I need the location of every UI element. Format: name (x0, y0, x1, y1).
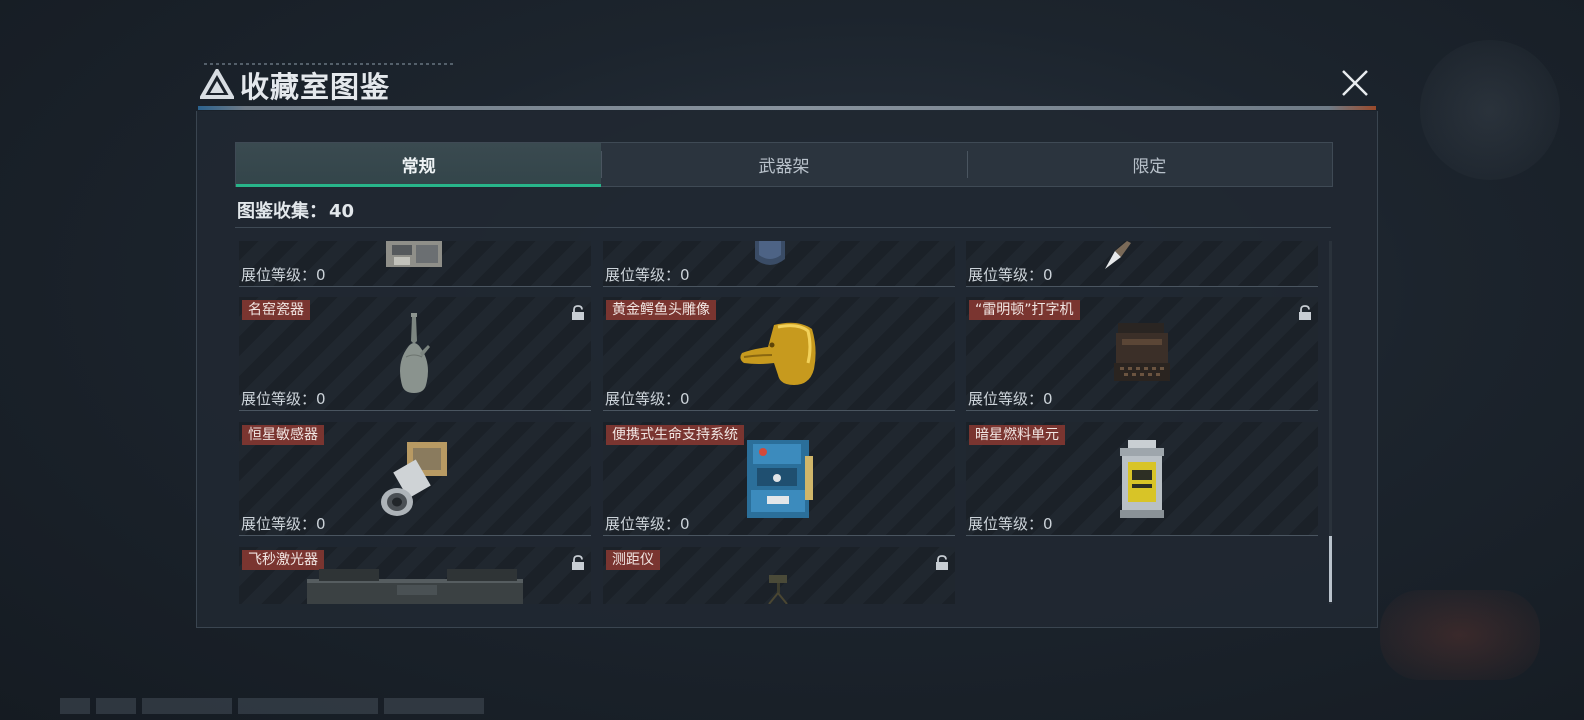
star-sensor-icon (381, 442, 447, 516)
tab-weapon-rack[interactable]: 武器架 (601, 143, 966, 186)
item-name: 名窑瓷器 (242, 300, 310, 320)
tab-bar: 常规 武器架 限定 (235, 142, 1333, 187)
close-button[interactable] (1338, 66, 1372, 100)
header-rule (198, 106, 1376, 110)
item-name: 便携式生命支持系统 (606, 425, 744, 445)
collection-panel: 常规 武器架 限定 图鉴收集： 40 展位等级：0 展位等级：0 展位等级：0 … (196, 111, 1378, 628)
item-card[interactable]: 展位等级：0 (966, 241, 1318, 287)
typewriter-icon (1114, 323, 1170, 381)
item-name: 黄金鳄鱼头雕像 (606, 300, 716, 320)
scrollbar[interactable] (1329, 241, 1332, 604)
background-glow (1420, 40, 1560, 180)
booth-level: 展位等级：0 (241, 266, 326, 284)
booth-level: 展位等级：0 (605, 266, 690, 284)
item-card[interactable]: 展位等级：0 (603, 241, 955, 287)
background-glow (1380, 590, 1540, 680)
background-blurred-text (60, 698, 560, 720)
booth-level: 展位等级：0 (968, 266, 1053, 284)
tab-limited[interactable]: 限定 (966, 143, 1332, 186)
porcelain-vase-icon (400, 313, 430, 393)
scrollbar-thumb[interactable] (1329, 536, 1332, 602)
rangefinder-tripod-icon (768, 575, 788, 604)
laser-box-icon (307, 569, 523, 604)
collection-count-value: 40 (329, 201, 355, 222)
item-card[interactable]: 便携式生命支持系统 展位等级：0 (603, 422, 955, 536)
booth-level: 展位等级：0 (968, 390, 1053, 408)
close-x-icon (1342, 70, 1368, 96)
booth-level: 展位等级：0 (241, 515, 326, 533)
fuel-cell-icon (1120, 440, 1164, 518)
booth-level: 展位等级：0 (605, 515, 690, 533)
item-name: 飞秒激光器 (242, 550, 324, 570)
lock-icon (572, 305, 584, 320)
triangle-logo-icon (200, 69, 234, 99)
collection-count-label: 图鉴收集： (237, 201, 327, 222)
life-support-system-icon (747, 440, 813, 518)
item-name: 恒星敏感器 (242, 425, 324, 445)
item-card[interactable]: 黄金鳄鱼头雕像 展位等级：0 (603, 297, 955, 411)
item-card[interactable]: 展位等级：0 (239, 241, 591, 287)
canister-partial-icon (755, 241, 785, 265)
arrowhead-icon (1105, 241, 1131, 269)
item-card[interactable]: 飞秒激光器 (239, 547, 591, 604)
item-card[interactable]: 暗星燃料单元 展位等级：0 (966, 422, 1318, 536)
lock-icon (572, 555, 584, 570)
booth-level: 展位等级：0 (241, 390, 326, 408)
machine-partial-icon (386, 241, 442, 267)
item-grid[interactable]: 展位等级：0 展位等级：0 展位等级：0 名窑瓷器 展位等级：0 黄金鳄鱼头雕像… (239, 241, 1327, 604)
item-card[interactable]: 恒星敏感器 展位等级：0 (239, 422, 591, 536)
booth-level: 展位等级：0 (968, 515, 1053, 533)
dialog-header: 收藏室图鉴 (192, 60, 1384, 110)
item-card[interactable]: “雷明顿”打字机 展位等级：0 (966, 297, 1318, 411)
item-name: 测距仪 (606, 550, 660, 570)
divider (235, 227, 1331, 228)
collection-count: 图鉴收集： 40 (237, 197, 354, 223)
item-card[interactable]: 测距仪 (603, 547, 955, 604)
item-name: 暗星燃料单元 (969, 425, 1065, 445)
lock-icon (936, 555, 948, 570)
dialog-title: 收藏室图鉴 (240, 70, 391, 104)
item-name: “雷明顿”打字机 (969, 300, 1080, 320)
golden-crocodile-head-icon (740, 322, 816, 385)
tab-regular[interactable]: 常规 (236, 143, 602, 187)
lock-icon (1299, 305, 1311, 320)
item-card[interactable]: 名窑瓷器 展位等级：0 (239, 297, 591, 411)
booth-level: 展位等级：0 (605, 390, 690, 408)
